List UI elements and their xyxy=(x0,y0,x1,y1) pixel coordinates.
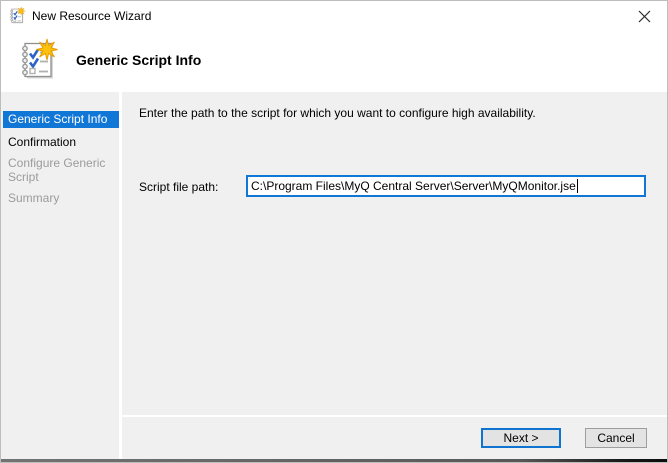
wizard-notepad-icon xyxy=(9,7,26,25)
step-configure-generic-script: Configure Generic Script xyxy=(8,156,114,184)
window-title: New Resource Wizard xyxy=(32,9,151,23)
footer-divider xyxy=(122,415,668,417)
wizard-notepad-icon xyxy=(19,38,59,83)
window-bottom-edge xyxy=(1,459,667,463)
title-bar[interactable]: New Resource Wizard xyxy=(1,1,667,31)
step-confirmation: Confirmation xyxy=(8,135,114,149)
instruction-text: Enter the path to the script for which y… xyxy=(139,106,649,120)
step-summary: Summary xyxy=(8,191,59,205)
close-button[interactable] xyxy=(622,1,667,31)
script-file-path-input[interactable]: C:\Program Files\MyQ Central Server\Serv… xyxy=(246,175,646,197)
page-title: Generic Script Info xyxy=(76,52,201,68)
close-icon xyxy=(638,10,651,23)
new-resource-wizard-window: New Resource Wizard Generic Script Info xyxy=(0,0,668,463)
script-file-path-label: Script file path: xyxy=(139,180,218,194)
step-generic-script-info: Generic Script Info xyxy=(3,111,119,128)
wizard-header: Generic Script Info xyxy=(1,31,667,92)
wizard-body: Generic Script Info Confirmation Configu… xyxy=(1,92,667,459)
next-button[interactable]: Next > xyxy=(481,428,561,448)
script-file-path-value: C:\Program Files\MyQ Central Server\Serv… xyxy=(251,179,576,193)
cancel-button[interactable]: Cancel xyxy=(585,428,647,448)
step-content: Enter the path to the script for which y… xyxy=(122,92,668,415)
text-caret xyxy=(577,179,578,193)
wizard-steps-sidebar: Generic Script Info Confirmation Configu… xyxy=(1,92,119,459)
